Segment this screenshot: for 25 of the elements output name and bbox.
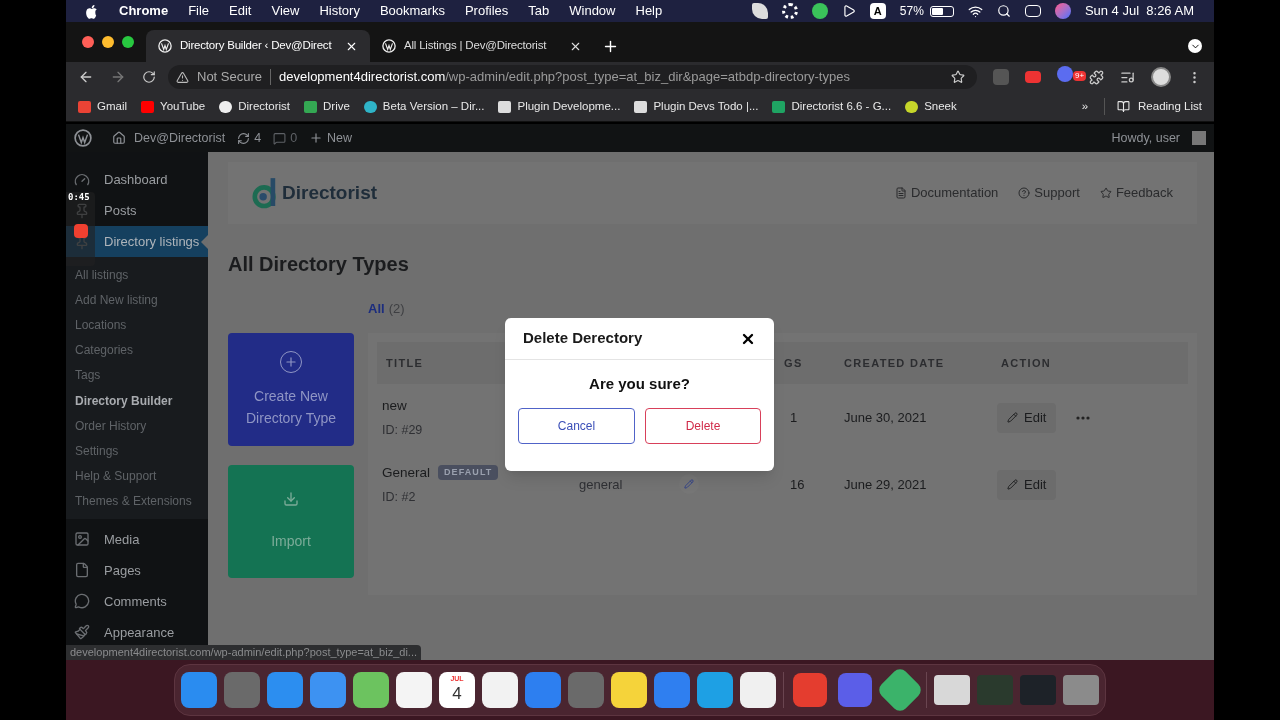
- dialog-title: Delete Derectory: [523, 328, 644, 349]
- battery-percent: 57%: [899, 3, 924, 20]
- created-date: June 30, 2021: [844, 408, 928, 427]
- tab-title: All Listings | Dev@Directorist: [404, 38, 548, 54]
- notification-badge: 9+: [1073, 71, 1087, 81]
- directory-id: ID: #2: [382, 488, 416, 506]
- directory-id: ID: #29: [382, 421, 423, 439]
- listing-count: 1: [789, 408, 799, 427]
- column-header: CREATED DATE: [844, 355, 946, 371]
- dialog-message: Are you sure?: [588, 374, 691, 394]
- column-header: GS: [783, 355, 804, 371]
- url-host: development4directorist.com: [279, 68, 446, 87]
- created-date: June 29, 2021: [844, 475, 928, 494]
- brand-name: Directorist: [282, 180, 378, 205]
- column-header: TITLE: [385, 355, 425, 371]
- url-path: /wp-admin/edit.php?post_type=at_biz_dir&page=atbdp-directory-types: [445, 68, 850, 87]
- column-header: ACTION: [1001, 355, 1053, 371]
- recording-timer: 0:45: [68, 193, 90, 202]
- default-badge: DEFAULT: [438, 464, 499, 481]
- listing-count: 16: [789, 475, 806, 494]
- status-url: development4directorist.com/wp-admin/edit.php?post_type=at_biz_di...: [66, 645, 421, 660]
- page-title: All Directory Types: [228, 252, 410, 277]
- directory-slug: general: [579, 475, 624, 494]
- security-label: Not Secure: [197, 68, 263, 87]
- tab-title: Directory Builder ‹ Dev@Direct: [180, 38, 333, 54]
